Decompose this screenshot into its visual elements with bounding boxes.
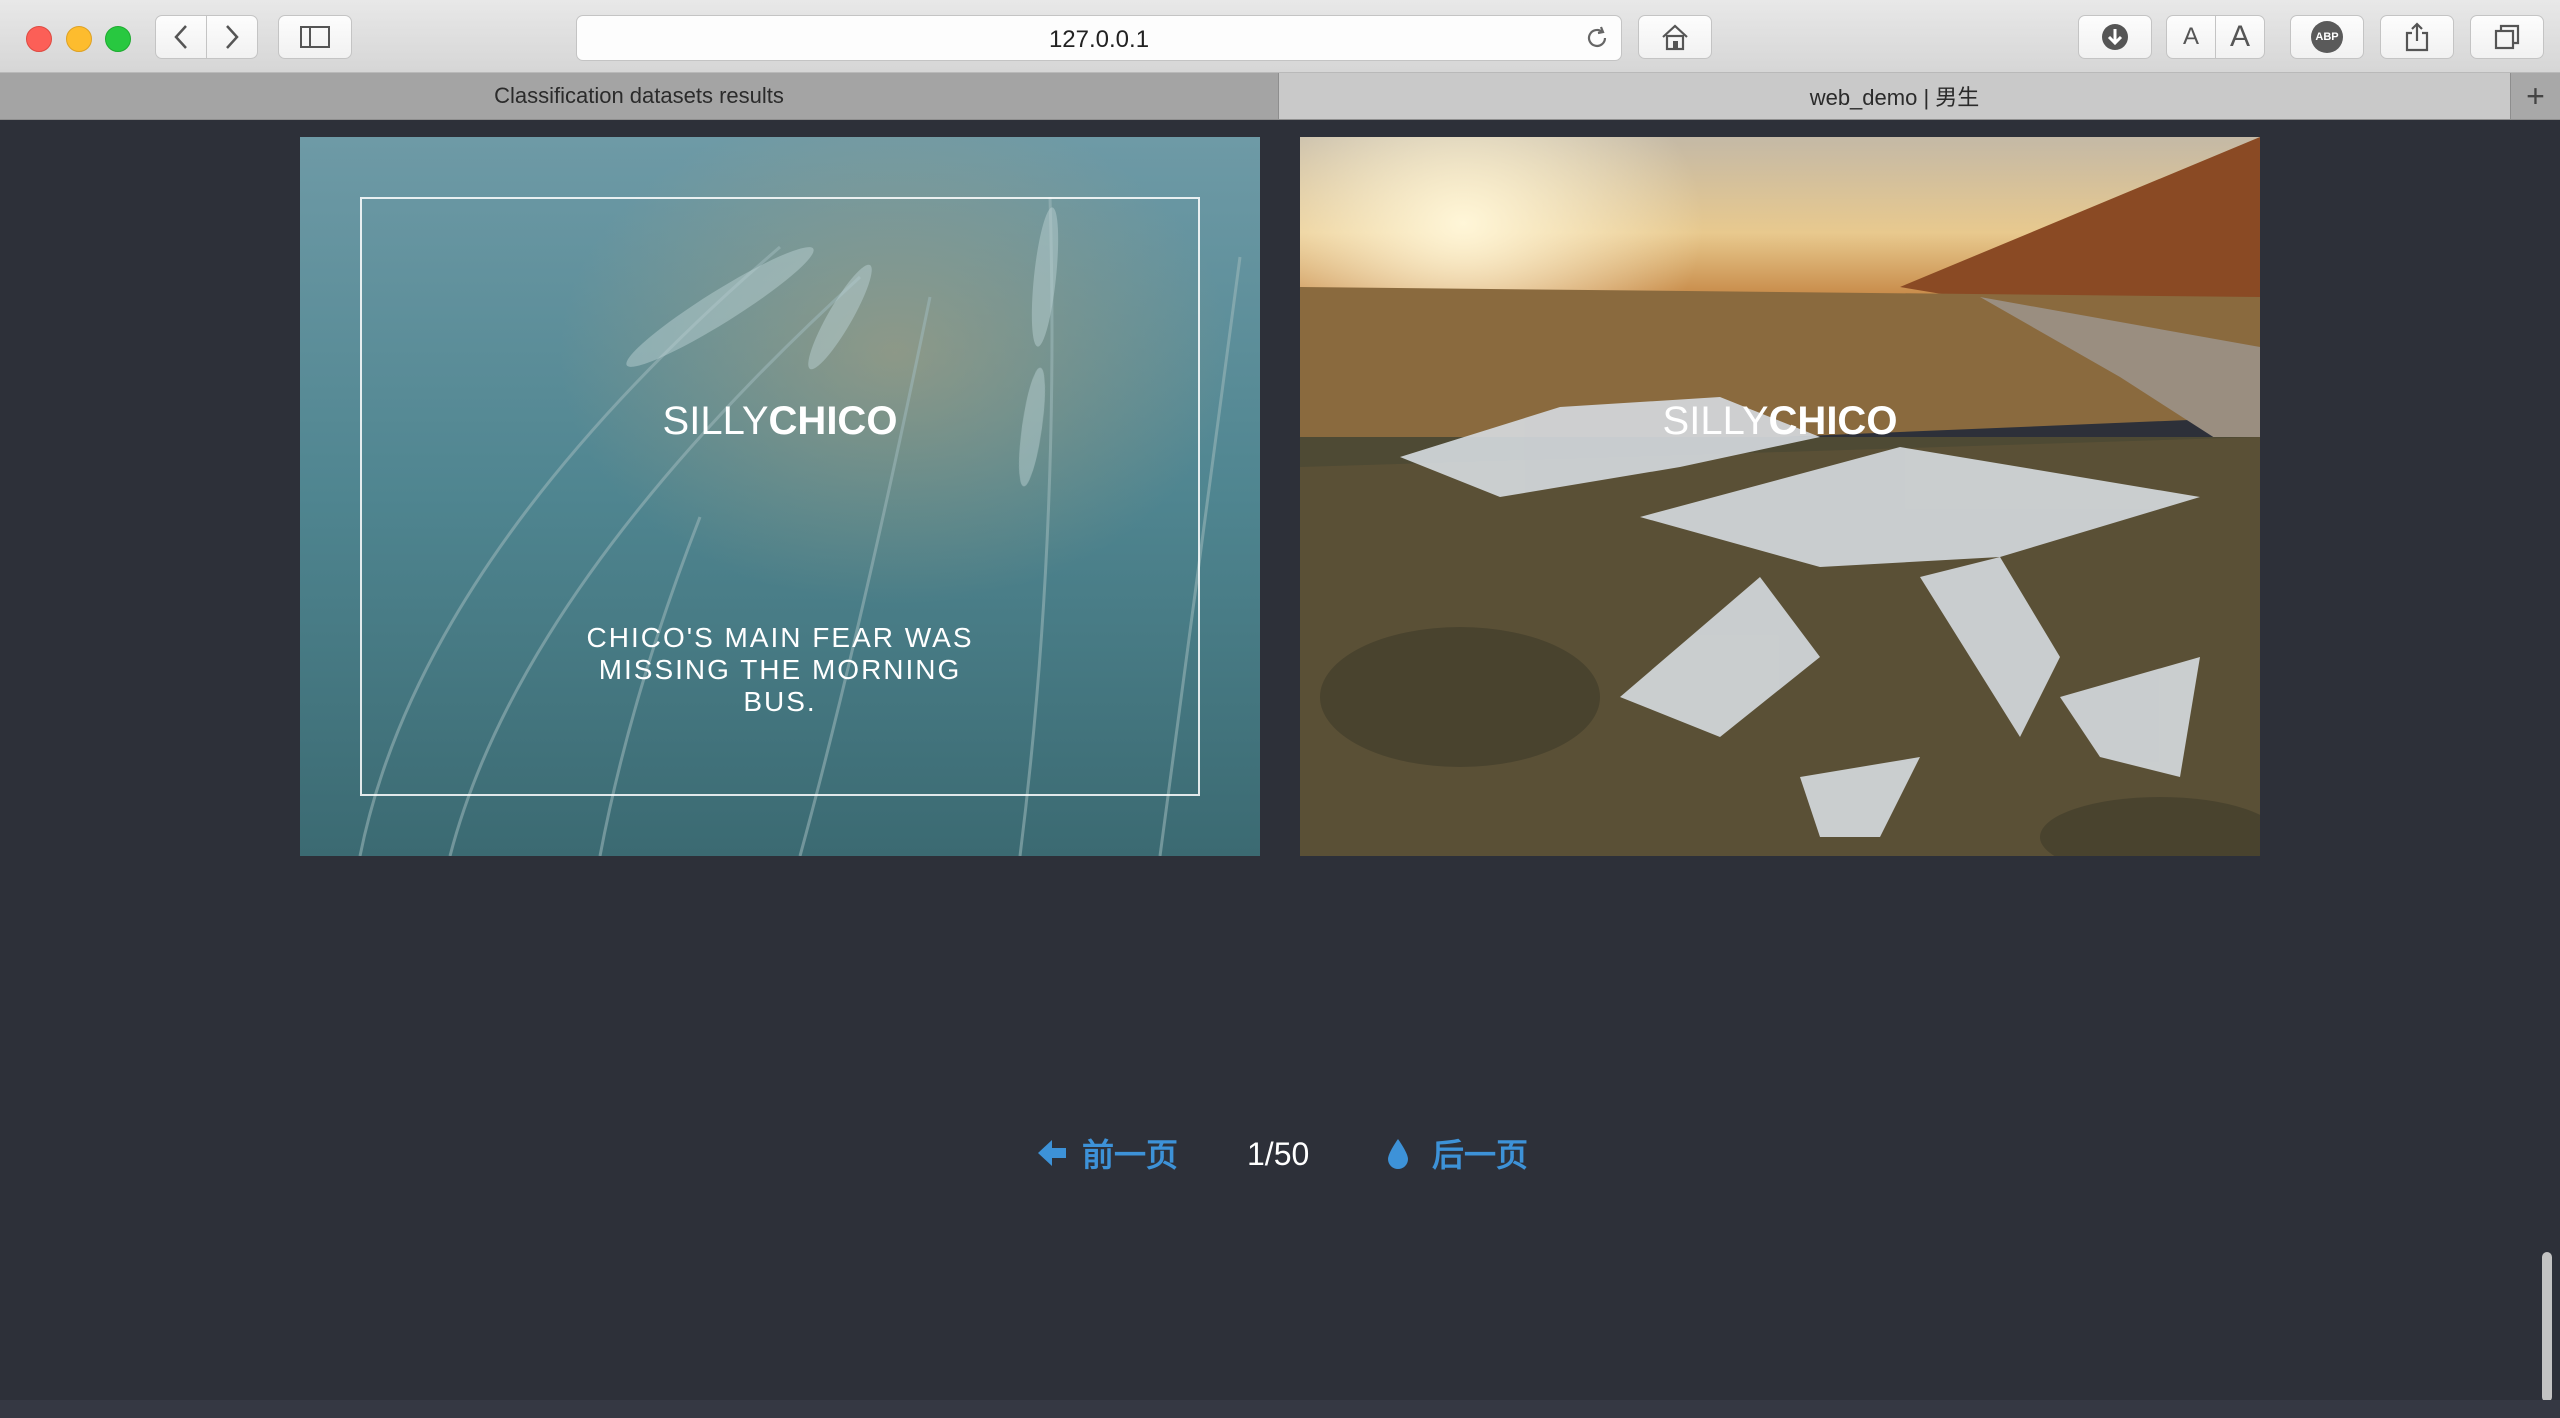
gallery-card[interactable]: SILLYCHICO bbox=[1300, 137, 2260, 856]
prev-page-link[interactable]: 前一页 bbox=[1036, 1130, 1178, 1176]
tab-overview-button[interactable] bbox=[2470, 15, 2544, 59]
close-window-button[interactable] bbox=[26, 26, 52, 52]
home-icon bbox=[1662, 24, 1688, 51]
chevron-left-icon bbox=[174, 25, 187, 49]
card-title-bold: CHICO bbox=[768, 399, 898, 443]
back-button[interactable] bbox=[155, 15, 207, 59]
next-page-link[interactable]: 后一页 bbox=[1386, 1130, 1528, 1176]
card-title: SILLYCHICO bbox=[300, 399, 1260, 444]
pagination: 前一页 1/50 后一页 bbox=[0, 1130, 2560, 1180]
adblock-button[interactable]: ABP bbox=[2290, 15, 2364, 59]
window-bottom-edge bbox=[0, 1400, 2560, 1418]
download-icon bbox=[2102, 24, 2128, 50]
arrow-left-icon bbox=[1038, 1140, 1066, 1166]
browser-toolbar: 127.0.0.1 A A ABP bbox=[0, 0, 2560, 73]
text-smaller-button[interactable]: A bbox=[2166, 15, 2216, 59]
plus-icon: + bbox=[2526, 77, 2545, 114]
tab-label: web_demo | 男生 bbox=[1809, 85, 1980, 110]
text-smaller-label: A bbox=[2182, 23, 2199, 50]
scrollbar-thumb[interactable] bbox=[2542, 1252, 2552, 1402]
card-description: Chico's main fear was missing the mornin… bbox=[586, 622, 974, 717]
tab-bar: Classification datasets results web_demo… bbox=[0, 73, 2560, 120]
url-text: 127.0.0.1 bbox=[1048, 26, 1150, 53]
tab-overview-icon bbox=[2494, 24, 2520, 50]
card-title-light: SILLY bbox=[662, 399, 769, 443]
adblock-label: ABP bbox=[2315, 31, 2339, 43]
snowy-road-image bbox=[1300, 137, 2260, 856]
next-page-label: 后一页 bbox=[1432, 1137, 1529, 1173]
share-icon bbox=[2405, 22, 2429, 52]
reload-icon[interactable] bbox=[1583, 24, 1611, 52]
tab-web-demo[interactable]: web_demo | 男生 bbox=[1279, 73, 2511, 119]
tab-classification-results[interactable]: Classification datasets results bbox=[0, 73, 1279, 119]
prev-page-label: 前一页 bbox=[1082, 1137, 1179, 1173]
maximize-window-button[interactable] bbox=[105, 26, 131, 52]
new-tab-button[interactable]: + bbox=[2511, 73, 2560, 119]
sidebar-button[interactable] bbox=[278, 15, 352, 59]
page-indicator: 1/50 bbox=[1247, 1136, 1310, 1172]
sidebar-icon bbox=[300, 26, 330, 48]
address-bar[interactable]: 127.0.0.1 bbox=[576, 15, 1622, 61]
text-larger-label: A bbox=[2229, 20, 2250, 53]
share-button[interactable] bbox=[2380, 15, 2454, 59]
card-title-light: SILLY bbox=[1662, 399, 1769, 443]
card-title-bold: CHICO bbox=[1768, 399, 1898, 443]
downloads-button[interactable] bbox=[2078, 15, 2152, 59]
card-title: SILLYCHICO bbox=[1300, 399, 2260, 444]
droplet-icon bbox=[1388, 1139, 1408, 1169]
tab-label: Classification datasets results bbox=[494, 83, 784, 108]
forward-button[interactable] bbox=[206, 15, 258, 59]
home-button[interactable] bbox=[1638, 15, 1712, 59]
text-larger-button[interactable]: A bbox=[2215, 15, 2265, 59]
adblock-icon: ABP bbox=[2311, 21, 2343, 53]
minimize-window-button[interactable] bbox=[66, 26, 92, 52]
gallery-card[interactable]: SILLYCHICO Chico's main fear was missing… bbox=[300, 137, 1260, 856]
chevron-right-icon bbox=[226, 25, 239, 49]
